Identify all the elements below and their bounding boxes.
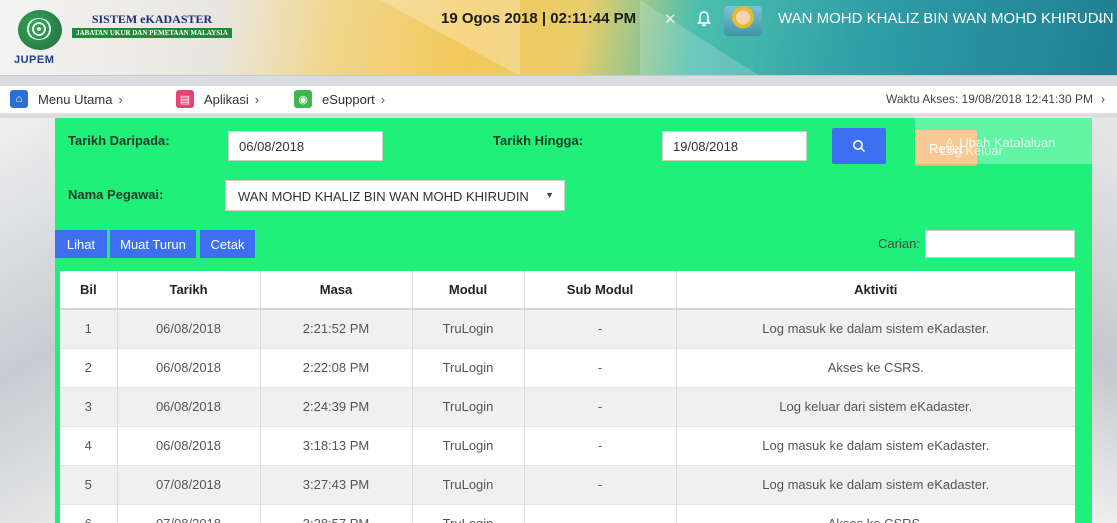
bell-icon[interactable]	[696, 10, 712, 28]
view-button[interactable]: Lihat	[55, 230, 107, 258]
chevron-right-icon: ›	[254, 91, 260, 107]
table-cell: 2:22:08 PM	[260, 347, 413, 387]
table-cell: TruLogin	[412, 347, 525, 387]
access-time-text: Waktu Akses: 19/08/2018 12:41:30 PM	[885, 92, 1093, 106]
table-cell: 06/08/2018	[117, 425, 261, 465]
support-icon: ◉	[294, 90, 312, 108]
table-cell: -	[524, 386, 677, 426]
app-header: JUPEM SISTEM eKADASTER JABATAN UKUR DAN …	[0, 0, 1117, 76]
table-cell: -	[524, 347, 677, 387]
chevron-right-icon[interactable]: ›	[1101, 92, 1105, 106]
date-from-input[interactable]: 06/08/2018	[228, 131, 383, 161]
print-button[interactable]: Cetak	[200, 230, 255, 258]
background-decoration	[1092, 118, 1117, 523]
table-cell: 2:21:52 PM	[260, 308, 413, 348]
dropdown-caret-icon: ▼	[545, 190, 554, 200]
breadcrumb-item-menu-utama[interactable]: ⌂ Menu Utama ›	[10, 90, 123, 108]
table-cell: 5	[60, 464, 118, 504]
table-cell: TruLogin	[412, 464, 525, 504]
table-cell: 3:18:13 PM	[260, 425, 413, 465]
logout-label: Log Keluar	[940, 143, 1003, 158]
date-from-label: Tarikh Daripada:	[68, 133, 170, 148]
table-cell: -	[524, 425, 677, 465]
breadcrumb-label: eSupport	[322, 91, 375, 107]
table-cell: 06/08/2018	[117, 386, 261, 426]
table-cell: TruLogin	[412, 308, 525, 348]
column-header[interactable]: Bil	[60, 271, 118, 309]
table-cell: 06/08/2018	[117, 308, 261, 348]
table-cell: -	[524, 464, 677, 504]
chevron-right-icon: ›	[380, 91, 386, 107]
search-input[interactable]	[925, 230, 1075, 258]
system-title-main: SISTEM eKADASTER	[91, 12, 213, 26]
breadcrumb-label: Aplikasi	[204, 91, 249, 107]
table-cell: Log masuk ke dalam sistem eKadaster.	[676, 464, 1075, 504]
table-row: 1 06/08/2018 2:21:52 PM TruLogin - Log m…	[60, 308, 1075, 348]
home-icon: ⌂	[10, 90, 28, 108]
table-cell: 07/08/2018	[117, 503, 261, 523]
table-cell: 1	[60, 308, 118, 348]
chevron-right-icon: ›	[118, 91, 123, 107]
user-name[interactable]: WAN MOHD KHALIZ BIN WAN MOHD KHIRUDIN	[778, 10, 1114, 27]
table-cell: 3:27:43 PM	[260, 464, 413, 504]
breadcrumb-item-aplikasi[interactable]: ▤ Aplikasi ›	[176, 90, 259, 108]
table-cell: 3:28:57 PM	[260, 503, 413, 523]
background-decoration	[0, 118, 55, 523]
table-cell: 3	[60, 386, 118, 426]
breadcrumb-item-esupport[interactable]: ◉ eSupport ›	[294, 90, 385, 108]
table-cell: TruLogin	[412, 503, 525, 523]
table-cell: 07/08/2018	[117, 464, 261, 504]
header-datetime: 19 Ogos 2018 | 02:11:44 PM	[441, 10, 637, 27]
date-to-input[interactable]: 19/08/2018	[662, 131, 807, 161]
table-cell: Log keluar dari sistem eKadaster.	[676, 386, 1075, 426]
breadcrumb-label: Menu Utama	[38, 91, 113, 107]
table-cell: 06/08/2018	[117, 347, 261, 387]
date-to-label: Tarikh Hingga:	[493, 133, 584, 148]
jupem-logo[interactable]: JUPEM	[14, 10, 66, 70]
table-row: 3 06/08/2018 2:24:39 PM TruLogin - Log k…	[60, 386, 1075, 426]
system-title-sub: JABATAN UKUR DAN PEMETAAN MALAYSIA	[72, 28, 232, 38]
table-cell: Akses ke CSRS.	[676, 347, 1075, 387]
expand-icon[interactable]: ✕	[664, 10, 677, 28]
logo-text: JUPEM	[14, 54, 55, 66]
chevron-down-icon[interactable]: ⌄	[1096, 12, 1106, 26]
search-button[interactable]	[832, 128, 886, 164]
staff-name-select[interactable]: WAN MOHD KHALIZ BIN WAN MOHD KHIRUDIN ▼	[225, 180, 565, 211]
download-button[interactable]: Muat Turun	[110, 230, 196, 258]
table-cell: Log masuk ke dalam sistem eKadaster.	[676, 425, 1075, 465]
table-cell: 2	[60, 347, 118, 387]
column-header[interactable]: Modul	[412, 271, 525, 309]
access-time: Waktu Akses: 19/08/2018 12:41:30 PM ›	[886, 92, 1105, 106]
table-cell: 6	[60, 503, 118, 523]
search-icon	[853, 140, 866, 153]
column-header[interactable]: Aktiviti	[676, 271, 1075, 309]
table-cell: Akses ke CSRS.	[676, 503, 1075, 523]
column-header[interactable]: Sub Modul	[524, 271, 677, 309]
table-header-row: Bil Tarikh Masa Modul Sub Modul Aktiviti	[60, 271, 1075, 309]
table-cell: Log masuk ke dalam sistem eKadaster.	[676, 308, 1075, 348]
logo-emblem-icon	[18, 10, 62, 50]
table-cell: -	[524, 308, 677, 348]
logout-item[interactable]: Log Keluar	[940, 143, 1003, 158]
table-cell: TruLogin	[412, 386, 525, 426]
system-title: SISTEM eKADASTER JABATAN UKUR DAN PEMETA…	[72, 12, 232, 38]
activity-log-table: Bil Tarikh Masa Modul Sub Modul Aktiviti…	[60, 271, 1075, 523]
table-cell: 2:24:39 PM	[260, 386, 413, 426]
table-row: 4 06/08/2018 3:18:13 PM TruLogin - Log m…	[60, 425, 1075, 465]
table-row: 6 07/08/2018 3:28:57 PM TruLogin - Akses…	[60, 503, 1075, 523]
breadcrumb: ⌂ Menu Utama › ▤ Aplikasi › ◉ eSupport ›…	[0, 86, 1117, 114]
column-header[interactable]: Tarikh	[117, 271, 261, 309]
search-label: Carian:	[878, 236, 920, 251]
avatar[interactable]	[724, 6, 762, 36]
table-row: 2 06/08/2018 2:22:08 PM TruLogin - Akses…	[60, 347, 1075, 387]
staff-name-label: Nama Pegawai:	[68, 187, 164, 202]
table-row: 5 07/08/2018 3:27:43 PM TruLogin - Log m…	[60, 464, 1075, 504]
app-icon: ▤	[176, 90, 194, 108]
table-cell: TruLogin	[412, 425, 525, 465]
column-header[interactable]: Masa	[260, 271, 413, 309]
table-cell: -	[524, 503, 677, 523]
table-cell: 4	[60, 425, 118, 465]
staff-name-value: WAN MOHD KHALIZ BIN WAN MOHD KHIRUDIN	[238, 189, 529, 204]
